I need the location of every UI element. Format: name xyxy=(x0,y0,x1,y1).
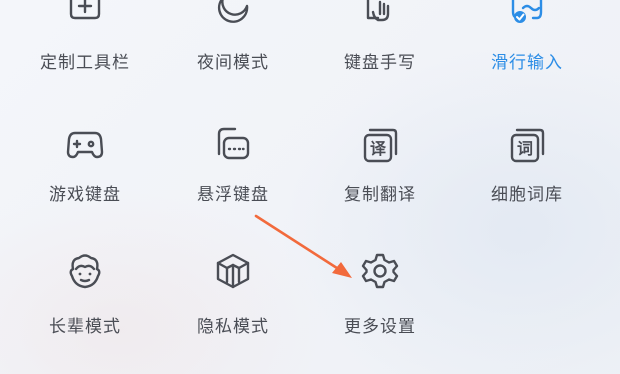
gear-icon xyxy=(356,247,404,295)
gamepad-icon xyxy=(61,120,109,168)
svg-text:译: 译 xyxy=(370,139,387,158)
lexicon-icon: 词 xyxy=(503,120,551,168)
tool-label: 复制翻译 xyxy=(344,185,416,205)
tool-label: 隐私模式 xyxy=(197,317,269,337)
elder-face-icon xyxy=(61,247,109,295)
tool-label: 悬浮键盘 xyxy=(197,185,269,205)
tool-label: 长辈模式 xyxy=(49,317,121,337)
tool-privacy-mode[interactable]: 隐私模式 xyxy=(158,0,308,337)
svg-text:词: 词 xyxy=(517,139,533,158)
tool-label: 游戏键盘 xyxy=(49,185,121,205)
tool-cell-lexicon[interactable]: 词 细胞词库 xyxy=(452,0,602,205)
privacy-cube-icon xyxy=(209,247,257,295)
toolbox-grid: 定制工具栏 夜间模式 键盘手写 滑行输入 游戏键盘 悬浮键盘 译 复制翻译 词 … xyxy=(0,0,620,374)
tool-label: 细胞词库 xyxy=(491,185,563,205)
tool-more-settings[interactable]: 更多设置 xyxy=(305,0,455,337)
tool-elder-mode[interactable]: 长辈模式 xyxy=(10,0,160,337)
translate-icon: 译 xyxy=(356,120,404,168)
floating-keyboard-icon xyxy=(209,120,257,168)
tool-label: 更多设置 xyxy=(344,317,416,337)
